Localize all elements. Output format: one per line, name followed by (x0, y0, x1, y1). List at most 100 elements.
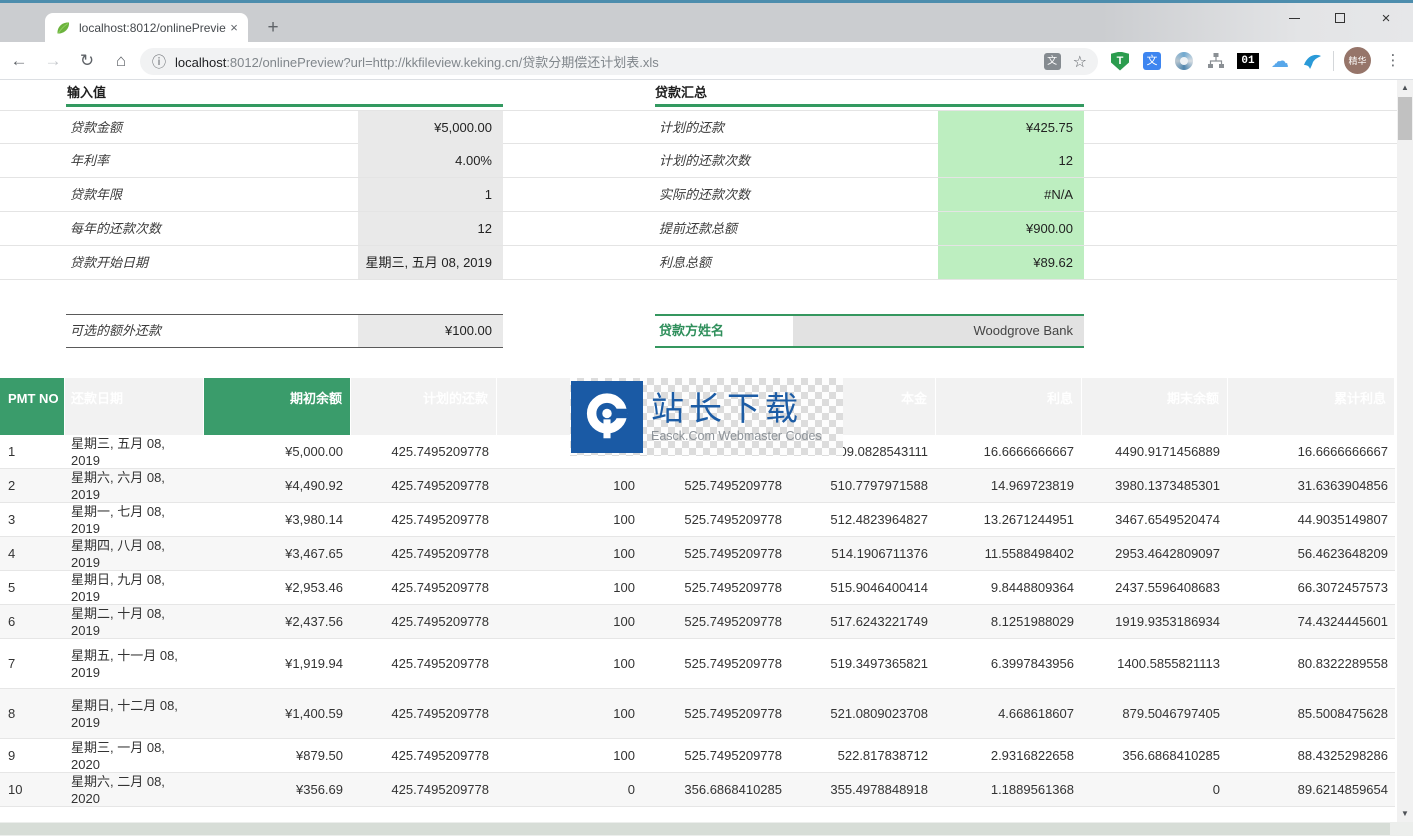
spring-leaf-icon (55, 20, 71, 36)
table-row: 5星期日, 九月 08, 2019¥2,953.46425.7495209778… (0, 571, 1395, 605)
table-cell: 星期二, 十月 08, 2019 (65, 605, 204, 638)
summary-label: 实际的还款次数 (655, 178, 938, 211)
browser-window: localhost:8012/onlinePreview? × + × ← → … (0, 0, 1413, 836)
column-header: 还款日期 (65, 378, 204, 435)
vertical-scrollbar[interactable]: ▲ ▼ (1397, 80, 1413, 822)
table-cell: 0 (497, 773, 643, 806)
table-cell: 525.7495209778 (643, 739, 790, 772)
back-icon[interactable]: ← (4, 47, 34, 75)
table-cell: 1.1889561368 (936, 773, 1082, 806)
table-cell: 星期三, 一月 08, 2020 (65, 739, 204, 772)
table-cell: 2.9316822658 (936, 739, 1082, 772)
table-cell: 8 (0, 689, 65, 738)
easck-logo-icon (571, 381, 643, 453)
table-row: 2星期六, 六月 08, 2019¥4,490.92425.7495209778… (0, 469, 1395, 503)
scroll-up-icon[interactable]: ▲ (1397, 80, 1413, 96)
table-cell: 11.5588498402 (936, 537, 1082, 570)
input-value: ¥5,000.00 (358, 111, 503, 144)
lender-label: 贷款方姓名 (655, 316, 793, 346)
table-cell: ¥3,467.65 (204, 537, 351, 570)
table-cell: 星期三, 五月 08, 2019 (65, 435, 204, 468)
table-cell: 525.7495209778 (643, 571, 790, 604)
table-cell: ¥2,953.46 (204, 571, 351, 604)
vertical-scroll-thumb[interactable] (1398, 97, 1412, 140)
table-cell: 8.1251988029 (936, 605, 1082, 638)
table-row: 3星期一, 七月 08, 2019¥3,980.14425.7495209778… (0, 503, 1395, 537)
tab-strip: localhost:8012/onlinePreview? × + × (0, 3, 1413, 42)
table-cell: 0 (1082, 773, 1228, 806)
input-label: 年利率 (66, 144, 358, 177)
table-cell: 356.6868410285 (643, 773, 790, 806)
table-cell: 100 (497, 537, 643, 570)
table-cell: 2 (0, 469, 65, 502)
extension-icons: T 文 01 ☁ (1108, 46, 1324, 76)
table-cell: 星期一, 七月 08, 2019 (65, 503, 204, 536)
bird-extension-icon[interactable] (1300, 46, 1324, 76)
scroll-down-icon[interactable]: ▼ (1397, 806, 1413, 822)
table-cell: 425.7495209778 (351, 739, 497, 772)
table-cell: 1919.9353186934 (1082, 605, 1228, 638)
table-cell: 88.4325298286 (1228, 739, 1395, 772)
reload-icon[interactable]: ↻ (72, 47, 102, 75)
url-text[interactable]: localhost:8012/onlinePreview?url=http://… (175, 52, 1044, 71)
close-button[interactable]: × (1363, 3, 1409, 33)
table-cell: ¥356.69 (204, 773, 351, 806)
sheet-row: 贷款年限 1 实际的还款次数 #N/A (0, 178, 1397, 212)
tab-close-icon[interactable]: × (226, 20, 242, 36)
table-cell: 425.7495209778 (351, 571, 497, 604)
bookmark-star-icon[interactable]: ☆ (1073, 52, 1087, 72)
menu-kebab-icon[interactable]: ⋮ (1382, 47, 1404, 75)
table-cell: 4.668618607 (936, 689, 1082, 738)
column-header: 利息 (936, 378, 1082, 435)
sitemap-extension-icon[interactable] (1204, 46, 1228, 76)
schedule-body: 1星期三, 五月 08, 2019¥5,000.00425.7495209778… (0, 435, 1397, 807)
table-cell: 100 (497, 639, 643, 688)
table-cell: 512.4823964827 (790, 503, 936, 536)
lender-value: Woodgrove Bank (793, 316, 1084, 346)
table-cell: ¥879.50 (204, 739, 351, 772)
table-cell: 44.9035149807 (1228, 503, 1395, 536)
table-cell: 356.6868410285 (1082, 739, 1228, 772)
translate-icon[interactable]: 文 (1044, 53, 1061, 70)
new-tab-button[interactable]: + (260, 15, 286, 41)
column-header: 期末余额 (1082, 378, 1228, 435)
sheet-row: 贷款金额 ¥5,000.00 计划的还款 ¥425.75 (0, 110, 1397, 144)
home-icon[interactable]: ⌂ (106, 47, 136, 75)
table-cell: 100 (497, 503, 643, 536)
table-cell: 80.8322289558 (1228, 639, 1395, 688)
table-cell: 31.6363904856 (1228, 469, 1395, 502)
table-row: 4星期四, 八月 08, 2019¥3,467.65425.7495209778… (0, 537, 1395, 571)
minimize-button[interactable] (1271, 3, 1317, 33)
table-cell: 425.7495209778 (351, 773, 497, 806)
translate-extension-icon[interactable]: 文 (1140, 46, 1164, 76)
table-cell: 3 (0, 503, 65, 536)
table-cell: 星期日, 十二月 08, 2019 (65, 689, 204, 738)
shield-extension-icon[interactable]: T (1108, 46, 1132, 76)
browser-tab[interactable]: localhost:8012/onlinePreview? × (45, 13, 248, 42)
table-row: 6星期二, 十月 08, 2019¥2,437.56425.7495209778… (0, 605, 1395, 639)
summary-label: 计划的还款次数 (655, 144, 938, 177)
table-cell: ¥1,400.59 (204, 689, 351, 738)
page-info-icon[interactable]: ⓘ (152, 52, 166, 72)
maximize-icon (1335, 13, 1345, 23)
table-cell: 425.7495209778 (351, 639, 497, 688)
table-cell: 74.4324445601 (1228, 605, 1395, 638)
swirl-extension-icon[interactable] (1172, 46, 1196, 76)
column-header: 累计利息 (1228, 378, 1395, 435)
input-section-title: 输入值 (67, 82, 106, 102)
address-bar[interactable]: ⓘ localhost:8012/onlinePreview?url=http:… (140, 48, 1098, 75)
maximize-button[interactable] (1317, 3, 1363, 33)
table-cell: 星期六, 二月 08, 2020 (65, 773, 204, 806)
table-cell: 425.7495209778 (351, 469, 497, 502)
lender-row: 贷款方姓名 Woodgrove Bank (655, 314, 1084, 348)
horizontal-scrollbar[interactable] (0, 822, 1413, 836)
table-cell: 星期四, 八月 08, 2019 (65, 537, 204, 570)
profile-avatar[interactable]: 精华 (1344, 47, 1371, 74)
badge-01-extension-icon[interactable]: 01 (1236, 46, 1260, 76)
cloud-extension-icon[interactable]: ☁ (1268, 46, 1292, 76)
table-row: 10星期六, 二月 08, 2020¥356.69425.74952097780… (0, 773, 1395, 807)
input-label: 贷款金额 (66, 111, 358, 144)
horizontal-scroll-thumb[interactable] (0, 823, 1390, 835)
table-row: 7星期五, 十一月 08, 2019¥1,919.94425.749520977… (0, 639, 1395, 689)
url-path: :8012/onlinePreview?url=http://kkfilevie… (226, 55, 658, 70)
